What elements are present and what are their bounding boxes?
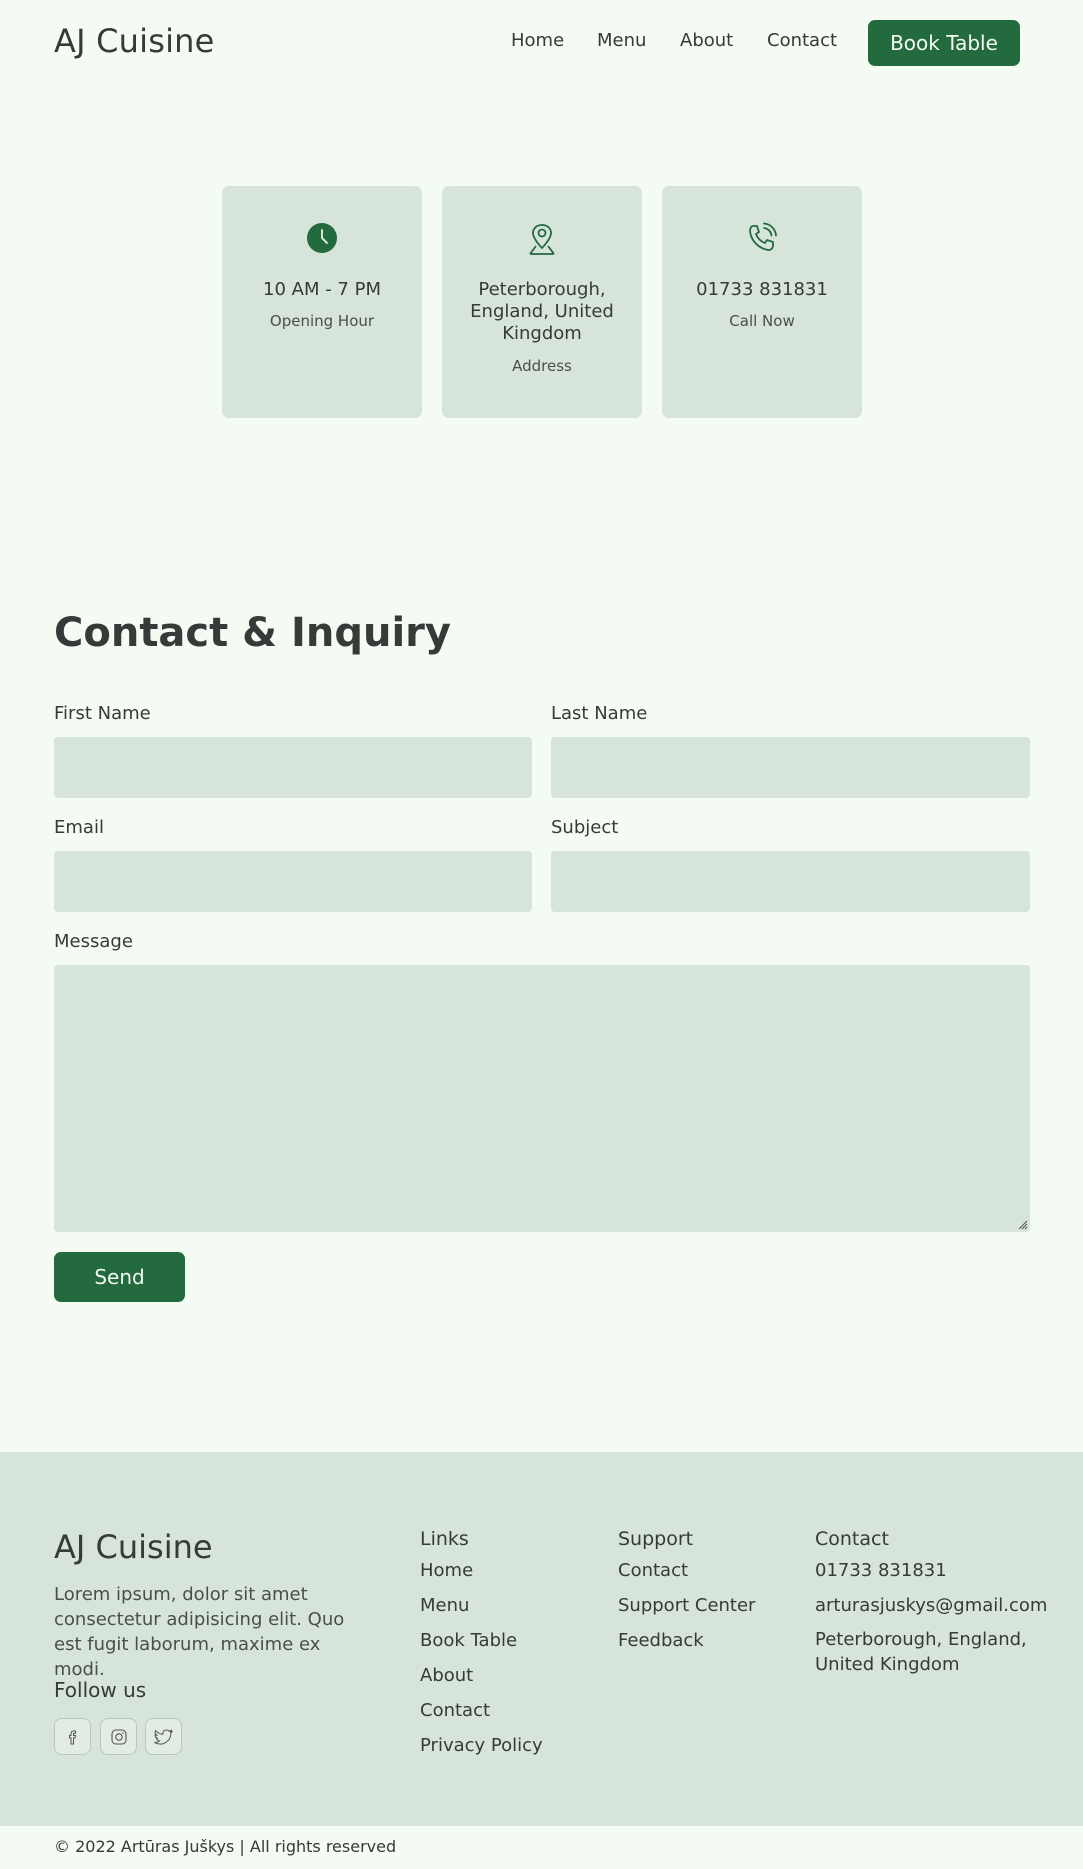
follow-us-heading: Follow us	[54, 1678, 147, 1702]
footer-link-contact[interactable]: Contact	[420, 1700, 490, 1721]
contact-title: Contact & Inquiry	[54, 610, 451, 656]
send-button[interactable]: Send	[54, 1252, 185, 1302]
map-pin-icon	[442, 222, 642, 258]
email-label: Email	[54, 817, 104, 838]
footer-support-feedback[interactable]: Feedback	[618, 1630, 704, 1651]
card-subtitle: Address	[512, 357, 572, 375]
first-name-field[interactable]	[54, 737, 532, 798]
footer-support-heading: Support	[618, 1528, 694, 1550]
footer-address: Peterborough, England, United Kingdom	[815, 1629, 1027, 1675]
info-card-address: Peterborough, England, United Kingdom Ad…	[442, 186, 642, 418]
card-title: 01733 831831	[696, 279, 828, 300]
subject-label: Subject	[551, 817, 619, 838]
phone-icon[interactable]	[662, 222, 862, 258]
footer-phone[interactable]: 01733 831831	[815, 1560, 947, 1581]
facebook-icon[interactable]	[54, 1718, 91, 1755]
card-subtitle: Call Now	[729, 312, 795, 330]
card-title: Peterborough, England, United Kingdom	[470, 279, 614, 344]
footer-support-center[interactable]: Support Center	[618, 1595, 755, 1616]
twitter-icon[interactable]	[145, 1718, 182, 1755]
instagram-icon[interactable]	[100, 1718, 137, 1755]
footer-brand: AJ Cuisine	[54, 1528, 213, 1566]
info-card-hours: 10 AM - 7 PM Opening Hour	[222, 186, 422, 418]
brand-logo[interactable]: AJ Cuisine	[54, 22, 215, 60]
nav-about[interactable]: About	[680, 30, 733, 51]
message-label: Message	[54, 931, 133, 952]
last-name-label: Last Name	[551, 703, 648, 724]
footer-description: Lorem ipsum, dolor sit amet consectetur …	[54, 1584, 345, 1680]
resize-handle-icon[interactable]	[1016, 1218, 1028, 1230]
subject-field[interactable]	[551, 851, 1030, 912]
book-table-button[interactable]: Book Table	[868, 20, 1020, 66]
footer-link-about[interactable]: About	[420, 1665, 473, 1686]
card-subtitle: Opening Hour	[269, 312, 375, 330]
footer-contact-heading: Contact	[815, 1528, 889, 1550]
footer-support-contact[interactable]: Contact	[618, 1560, 688, 1581]
site-footer: AJ Cuisine Lorem ipsum, dolor sit amet c…	[0, 1452, 1083, 1826]
footer-links-heading: Links	[420, 1528, 469, 1550]
info-card-phone: 01733 831831 Call Now	[662, 186, 862, 418]
first-name-label: First Name	[54, 703, 151, 724]
copyright-text: © 2022 Artūras Juškys | All rights reser…	[54, 1837, 397, 1856]
nav-home[interactable]: Home	[511, 30, 564, 51]
site-header: AJ Cuisine Home Menu About Contact Book …	[0, 0, 1083, 90]
footer-link-book-table[interactable]: Book Table	[420, 1630, 517, 1651]
last-name-field[interactable]	[551, 737, 1030, 798]
email-field[interactable]	[54, 851, 532, 912]
nav-menu[interactable]: Menu	[597, 30, 646, 51]
nav-contact[interactable]: Contact	[767, 30, 837, 51]
footer-link-menu[interactable]: Menu	[420, 1595, 469, 1616]
footer-link-privacy-policy[interactable]: Privacy Policy	[420, 1735, 543, 1756]
clock-icon	[222, 222, 422, 258]
card-title: 10 AM - 7 PM	[263, 279, 381, 300]
message-field[interactable]	[54, 965, 1030, 1232]
footer-link-home[interactable]: Home	[420, 1560, 473, 1581]
footer-email[interactable]: arturasjuskys@gmail.com	[815, 1595, 1047, 1616]
